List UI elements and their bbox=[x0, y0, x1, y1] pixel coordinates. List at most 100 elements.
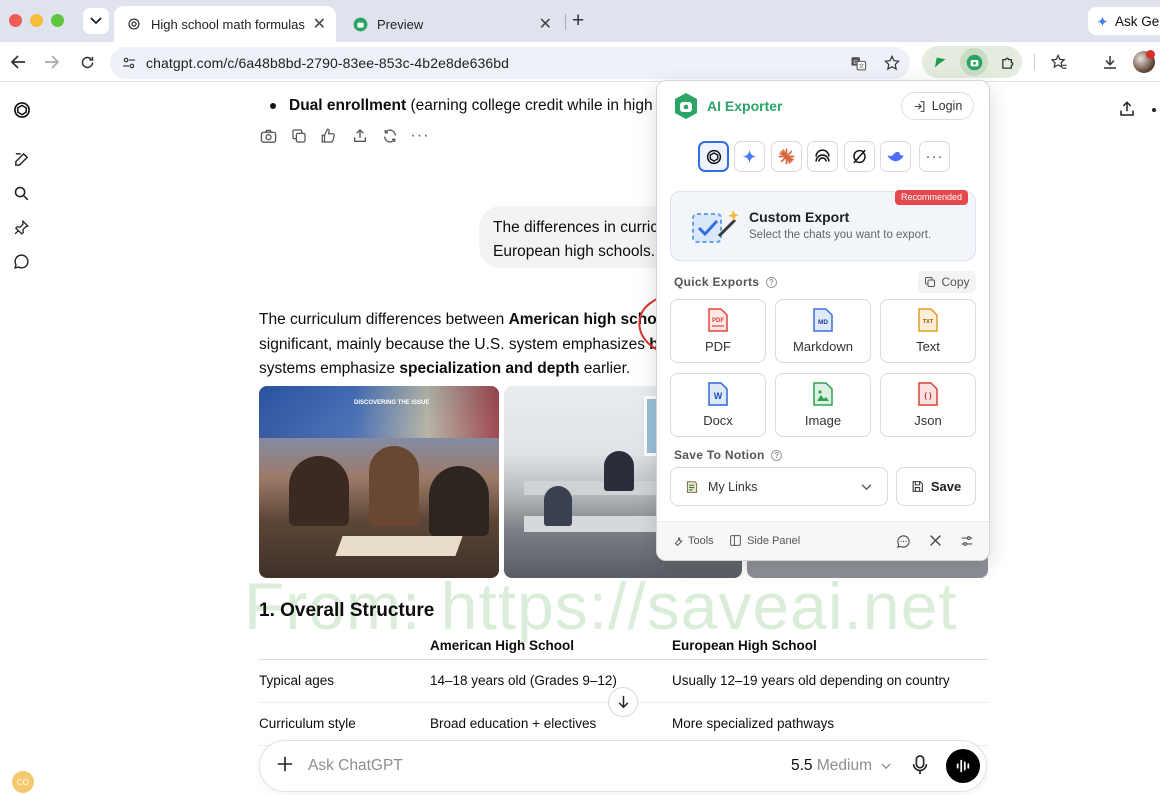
export-text-button[interactable]: TXT Text bbox=[880, 299, 976, 363]
save-to-notion-button[interactable]: Save bbox=[896, 467, 976, 506]
platform-grok[interactable] bbox=[844, 141, 875, 172]
extension-flag-button[interactable] bbox=[928, 50, 952, 74]
close-window-button[interactable] bbox=[9, 14, 22, 27]
text-file-icon: TXT bbox=[918, 308, 938, 332]
side-panel-icon bbox=[730, 535, 741, 546]
close-tab-icon[interactable]: ✕ bbox=[313, 14, 326, 34]
copy-icon bbox=[925, 277, 936, 287]
feedback-chat-icon[interactable] bbox=[896, 534, 911, 549]
scroll-to-bottom-button[interactable] bbox=[608, 687, 638, 717]
back-button[interactable] bbox=[6, 50, 30, 74]
paragraph-text: significant, mainly because the U.S. sys… bbox=[259, 335, 650, 353]
notion-section-label: Save To Notion ? bbox=[674, 448, 783, 462]
platform-more[interactable]: ··· bbox=[919, 141, 950, 172]
side-panel-button[interactable]: Side Panel bbox=[729, 534, 800, 547]
site-settings-icon[interactable] bbox=[122, 56, 136, 70]
copy-button[interactable]: Copy bbox=[918, 271, 976, 293]
platform-deepseek[interactable] bbox=[880, 141, 911, 172]
platform-perplexity[interactable] bbox=[807, 141, 838, 172]
platform-chatgpt[interactable] bbox=[698, 141, 729, 172]
image-label: Image bbox=[804, 413, 842, 428]
photo-wall bbox=[259, 386, 499, 438]
ask-gemini-button[interactable]: Ask Ge bbox=[1088, 7, 1160, 35]
photo-figure bbox=[429, 466, 489, 536]
pinned-button[interactable] bbox=[10, 216, 32, 238]
copy-icon bbox=[292, 129, 306, 143]
pin-icon bbox=[14, 219, 29, 235]
share-message-button[interactable] bbox=[350, 126, 370, 146]
svg-text:W: W bbox=[714, 391, 723, 401]
help-icon[interactable]: ? bbox=[765, 277, 777, 288]
bookmarks-button[interactable] bbox=[1047, 50, 1071, 74]
dictate-button[interactable] bbox=[912, 755, 928, 780]
wrench-icon bbox=[674, 537, 683, 547]
recommended-badge: Recommended bbox=[895, 190, 969, 205]
model-selector[interactable]: 5.5 Medium bbox=[791, 757, 891, 775]
translate-icon[interactable]: G文 bbox=[850, 55, 867, 72]
claude-icon bbox=[778, 148, 795, 165]
export-markdown-button[interactable]: MD Markdown bbox=[775, 299, 871, 363]
close-tab-icon[interactable]: ✕ bbox=[539, 14, 552, 34]
feedback-button[interactable] bbox=[319, 126, 339, 146]
ai-exporter-extension-button[interactable] bbox=[960, 48, 988, 76]
grok-icon bbox=[853, 149, 866, 164]
chatgpt-favicon-icon bbox=[126, 16, 142, 32]
profile-avatar[interactable] bbox=[1133, 50, 1155, 73]
x-twitter-icon[interactable] bbox=[929, 534, 942, 547]
user-message-line: European high schools. bbox=[493, 243, 656, 260]
copy-image-button[interactable] bbox=[258, 126, 278, 146]
export-docx-button[interactable]: W Docx bbox=[670, 373, 766, 437]
more-actions-button[interactable]: ··· bbox=[410, 126, 430, 146]
notion-label-text: Save To Notion bbox=[674, 448, 765, 462]
image-file-icon bbox=[813, 382, 833, 406]
chatgpt-logo-icon bbox=[14, 102, 30, 118]
minimize-window-button[interactable] bbox=[30, 14, 43, 27]
pdf-label: PDF bbox=[705, 339, 731, 354]
regenerate-button[interactable] bbox=[380, 126, 400, 146]
tab-search-button[interactable] bbox=[83, 8, 109, 34]
extensions-menu-button[interactable] bbox=[996, 50, 1020, 74]
login-button[interactable]: Login bbox=[901, 92, 974, 120]
downloads-button[interactable] bbox=[1098, 50, 1122, 74]
copy-button[interactable] bbox=[289, 126, 309, 146]
new-tab-button[interactable]: + bbox=[572, 9, 584, 33]
tab-high-school-math[interactable]: High school math formulas ✕ bbox=[114, 6, 336, 42]
chatgpt-logo-button[interactable] bbox=[10, 98, 34, 122]
forward-button[interactable] bbox=[39, 50, 63, 74]
chats-button[interactable] bbox=[10, 250, 32, 272]
maximize-window-button[interactable] bbox=[51, 14, 64, 27]
deepseek-icon bbox=[887, 151, 904, 162]
reload-button[interactable] bbox=[75, 50, 99, 74]
notion-page-select[interactable]: My Links bbox=[670, 467, 888, 506]
address-bar[interactable]: chatgpt.com/c/6a48b8bd-2790-83ee-853c-4b… bbox=[110, 47, 910, 79]
puzzle-icon bbox=[1001, 57, 1013, 69]
tab-preview[interactable]: Preview ✕ bbox=[340, 6, 562, 42]
prompt-input[interactable]: Ask ChatGPT bbox=[308, 757, 403, 775]
share-button[interactable] bbox=[1118, 100, 1136, 123]
classroom-photo-1[interactable]: DISCOVERING THE ISSUE bbox=[259, 386, 499, 578]
quick-exports-label: Quick Exports ? bbox=[674, 275, 777, 289]
new-chat-button[interactable] bbox=[10, 148, 32, 170]
help-icon[interactable]: ? bbox=[771, 450, 783, 461]
user-avatar[interactable]: CO bbox=[12, 771, 34, 793]
docx-label: Docx bbox=[703, 413, 733, 428]
export-json-button[interactable]: { } Json bbox=[880, 373, 976, 437]
settings-sliders-icon[interactable] bbox=[960, 534, 974, 548]
markdown-label: Markdown bbox=[793, 339, 853, 354]
user-message-bubble: The differences in curric European high … bbox=[479, 206, 679, 268]
platform-claude[interactable] bbox=[771, 141, 802, 172]
export-pdf-button[interactable]: PDF PDF bbox=[670, 299, 766, 363]
ai-exporter-logo-icon bbox=[675, 93, 697, 119]
custom-export-card[interactable]: Recommended Custom Export Select the cha… bbox=[670, 190, 976, 261]
export-image-button[interactable]: Image bbox=[775, 373, 871, 437]
tools-button[interactable]: Tools bbox=[671, 534, 714, 547]
voice-mode-button[interactable] bbox=[946, 749, 980, 783]
bookmark-star-icon[interactable] bbox=[884, 55, 900, 71]
table-header-cell: American High School bbox=[430, 633, 672, 660]
platform-gemini[interactable] bbox=[734, 141, 765, 172]
add-attachment-button[interactable] bbox=[276, 755, 294, 778]
search-chats-button[interactable] bbox=[10, 182, 32, 204]
url-text[interactable]: chatgpt.com/c/6a48b8bd-2790-83ee-853c-4b… bbox=[146, 55, 509, 71]
more-options-icon[interactable] bbox=[1152, 108, 1156, 112]
copy-label: Copy bbox=[941, 275, 970, 289]
